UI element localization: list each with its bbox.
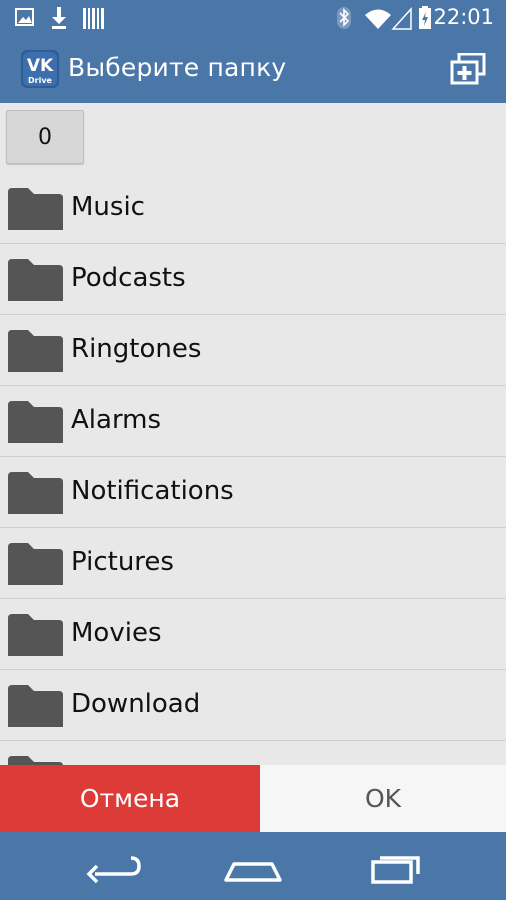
folder-icon	[8, 543, 63, 585]
cancel-button-label: Отмена	[79, 784, 181, 813]
status-right-icons	[337, 6, 431, 30]
vk-drive-app-icon: VK Drive	[21, 50, 59, 88]
folder-icon	[8, 685, 63, 727]
back-icon[interactable]	[83, 846, 143, 886]
bluetooth-icon	[337, 7, 351, 29]
folder-item-notifications[interactable]: Notifications	[0, 457, 506, 528]
image-icon	[15, 8, 34, 26]
ok-button[interactable]: OK	[260, 765, 506, 832]
action-bar: VK Drive Выберите папку	[0, 35, 506, 103]
download-icon	[52, 7, 66, 29]
navigation-bar	[0, 832, 506, 900]
svg-text:VK: VK	[27, 56, 54, 76]
status-left-icons	[15, 7, 104, 29]
folder-icon	[8, 188, 63, 230]
recent-apps-icon[interactable]	[366, 846, 426, 886]
folder-icon	[8, 259, 63, 301]
folder-item-alarms[interactable]: Alarms	[0, 386, 506, 457]
status-time: 22:01	[433, 5, 494, 29]
folder-item-pictures[interactable]: Pictures	[0, 528, 506, 599]
folder-label: Music	[71, 192, 145, 222]
battery-charging-icon	[419, 6, 431, 29]
svg-text:Drive: Drive	[28, 76, 53, 85]
folder-icon	[8, 401, 63, 443]
add-folder-button[interactable]	[450, 53, 486, 85]
folder-icon	[8, 330, 63, 372]
folder-item-partial[interactable]	[0, 741, 506, 765]
signal-icon	[391, 7, 412, 30]
folder-icon	[8, 614, 63, 656]
folder-icon	[8, 756, 63, 765]
barcode-icon	[83, 8, 104, 29]
status-bar: 22:01	[0, 0, 506, 35]
folder-item-music[interactable]: Music	[0, 173, 506, 244]
folder-icon	[8, 472, 63, 514]
cancel-button[interactable]: Отмена	[0, 765, 260, 832]
ok-button-label: OK	[364, 784, 402, 813]
folder-list: Music Podcasts Ringtones Alarms Notifica…	[0, 173, 506, 765]
home-icon[interactable]	[222, 846, 284, 886]
folder-item-movies[interactable]: Movies	[0, 599, 506, 670]
folder-label: Ringtones	[71, 334, 202, 364]
folder-label: Notifications	[71, 476, 234, 506]
breadcrumb-root-button[interactable]: 0	[6, 110, 84, 164]
folder-item-podcasts[interactable]: Podcasts	[0, 244, 506, 315]
breadcrumb-label: 0	[38, 124, 52, 150]
wifi-icon	[365, 9, 391, 29]
page-title: Выберите папку	[68, 53, 287, 82]
folder-item-ringtones[interactable]: Ringtones	[0, 315, 506, 386]
folder-label: Alarms	[71, 405, 162, 435]
folder-label: Download	[71, 689, 201, 719]
folder-label: Podcasts	[71, 263, 186, 293]
folder-label: Movies	[71, 618, 162, 648]
folder-label: Pictures	[71, 547, 174, 577]
folder-item-download[interactable]: Download	[0, 670, 506, 741]
